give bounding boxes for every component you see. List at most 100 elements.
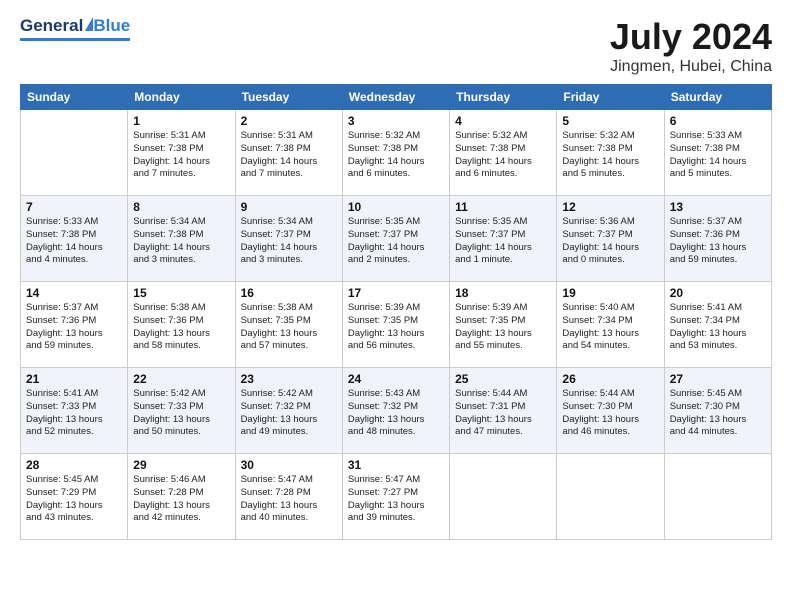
calendar-cell: 11 Sunrise: 5:35 AM Sunset: 7:37 PM Dayli…: [450, 196, 557, 282]
day-number: 8: [133, 200, 229, 214]
day-info: Sunrise: 5:41 AM Sunset: 7:33 PM Dayligh…: [26, 388, 122, 439]
calendar-cell: 23 Sunrise: 5:42 AM Sunset: 7:32 PM Dayli…: [235, 368, 342, 454]
day-number: 21: [26, 372, 122, 386]
day-info: Sunrise: 5:47 AM Sunset: 7:28 PM Dayligh…: [241, 474, 337, 525]
day-info: Sunrise: 5:45 AM Sunset: 7:29 PM Dayligh…: [26, 474, 122, 525]
day-number: 24: [348, 372, 444, 386]
day-number: 12: [562, 200, 658, 214]
logo-arrow-icon: [85, 17, 93, 31]
subtitle: Jingmen, Hubei, China: [610, 58, 772, 76]
day-number: 3: [348, 114, 444, 128]
logo: General Blue: [20, 16, 130, 41]
day-info: Sunrise: 5:42 AM Sunset: 7:32 PM Dayligh…: [241, 388, 337, 439]
day-number: 27: [670, 372, 766, 386]
day-number: 18: [455, 286, 551, 300]
day-info: Sunrise: 5:32 AM Sunset: 7:38 PM Dayligh…: [455, 130, 551, 181]
day-info: Sunrise: 5:47 AM Sunset: 7:27 PM Dayligh…: [348, 474, 444, 525]
day-info: Sunrise: 5:34 AM Sunset: 7:38 PM Dayligh…: [133, 216, 229, 267]
day-header-thursday: Thursday: [450, 85, 557, 110]
calendar-cell: 15 Sunrise: 5:38 AM Sunset: 7:36 PM Dayli…: [128, 282, 235, 368]
calendar-cell: 24 Sunrise: 5:43 AM Sunset: 7:32 PM Dayli…: [342, 368, 449, 454]
calendar-cell: 19Sunrise: 5:40 AM Sunset: 7:34 PM Dayli…: [557, 282, 664, 368]
day-number: 23: [241, 372, 337, 386]
day-header-sunday: Sunday: [21, 85, 128, 110]
day-number: 4: [455, 114, 551, 128]
calendar-cell: 12 Sunrise: 5:36 AM Sunset: 7:37 PM Dayli…: [557, 196, 664, 282]
calendar-cell: [664, 454, 771, 540]
calendar-cell: 13 Sunrise: 5:37 AM Sunset: 7:36 PM Dayli…: [664, 196, 771, 282]
calendar-cell: 5Sunrise: 5:32 AM Sunset: 7:38 PM Daylig…: [557, 110, 664, 196]
day-number: 29: [133, 458, 229, 472]
day-info: Sunrise: 5:33 AM Sunset: 7:38 PM Dayligh…: [26, 216, 122, 267]
calendar-cell: 7 Sunrise: 5:33 AM Sunset: 7:38 PM Daylig…: [21, 196, 128, 282]
day-header-saturday: Saturday: [664, 85, 771, 110]
day-info: Sunrise: 5:39 AM Sunset: 7:35 PM Dayligh…: [455, 302, 551, 353]
day-info: Sunrise: 5:35 AM Sunset: 7:37 PM Dayligh…: [348, 216, 444, 267]
day-number: 25: [455, 372, 551, 386]
day-number: 14: [26, 286, 122, 300]
calendar-week-5: 28Sunrise: 5:45 AM Sunset: 7:29 PM Dayli…: [21, 454, 772, 540]
calendar-cell: 30Sunrise: 5:47 AM Sunset: 7:28 PM Dayli…: [235, 454, 342, 540]
day-info: Sunrise: 5:36 AM Sunset: 7:37 PM Dayligh…: [562, 216, 658, 267]
day-number: 19: [562, 286, 658, 300]
day-info: Sunrise: 5:33 AM Sunset: 7:38 PM Dayligh…: [670, 130, 766, 181]
calendar-cell: 2 Sunrise: 5:31 AM Sunset: 7:38 PM Daylig…: [235, 110, 342, 196]
calendar-cell: 3Sunrise: 5:32 AM Sunset: 7:38 PM Daylig…: [342, 110, 449, 196]
calendar-cell: 25 Sunrise: 5:44 AM Sunset: 7:31 PM Dayli…: [450, 368, 557, 454]
calendar-cell: 16Sunrise: 5:38 AM Sunset: 7:35 PM Dayli…: [235, 282, 342, 368]
calendar-header-row: SundayMondayTuesdayWednesdayThursdayFrid…: [21, 85, 772, 110]
day-header-tuesday: Tuesday: [235, 85, 342, 110]
day-header-wednesday: Wednesday: [342, 85, 449, 110]
day-info: Sunrise: 5:38 AM Sunset: 7:35 PM Dayligh…: [241, 302, 337, 353]
logo-underline: [20, 38, 130, 41]
day-number: 7: [26, 200, 122, 214]
day-number: 13: [670, 200, 766, 214]
calendar-cell: 31 Sunrise: 5:47 AM Sunset: 7:27 PM Dayli…: [342, 454, 449, 540]
day-number: 1: [133, 114, 229, 128]
day-info: Sunrise: 5:34 AM Sunset: 7:37 PM Dayligh…: [241, 216, 337, 267]
day-info: Sunrise: 5:44 AM Sunset: 7:30 PM Dayligh…: [562, 388, 658, 439]
calendar-week-2: 7 Sunrise: 5:33 AM Sunset: 7:38 PM Daylig…: [21, 196, 772, 282]
day-info: Sunrise: 5:39 AM Sunset: 7:35 PM Dayligh…: [348, 302, 444, 353]
calendar-cell: 28Sunrise: 5:45 AM Sunset: 7:29 PM Dayli…: [21, 454, 128, 540]
calendar-week-4: 21 Sunrise: 5:41 AM Sunset: 7:33 PM Dayli…: [21, 368, 772, 454]
day-number: 26: [562, 372, 658, 386]
day-info: Sunrise: 5:37 AM Sunset: 7:36 PM Dayligh…: [26, 302, 122, 353]
calendar-cell: [557, 454, 664, 540]
day-info: Sunrise: 5:32 AM Sunset: 7:38 PM Dayligh…: [562, 130, 658, 181]
logo-blue-text: Blue: [93, 16, 130, 36]
day-info: Sunrise: 5:31 AM Sunset: 7:38 PM Dayligh…: [241, 130, 337, 181]
calendar-cell: 27Sunrise: 5:45 AM Sunset: 7:30 PM Dayli…: [664, 368, 771, 454]
calendar-cell: 26 Sunrise: 5:44 AM Sunset: 7:30 PM Dayli…: [557, 368, 664, 454]
calendar-cell: 29 Sunrise: 5:46 AM Sunset: 7:28 PM Dayli…: [128, 454, 235, 540]
day-info: Sunrise: 5:43 AM Sunset: 7:32 PM Dayligh…: [348, 388, 444, 439]
day-number: 9: [241, 200, 337, 214]
day-info: Sunrise: 5:46 AM Sunset: 7:28 PM Dayligh…: [133, 474, 229, 525]
calendar-cell: [450, 454, 557, 540]
day-number: 15: [133, 286, 229, 300]
day-info: Sunrise: 5:44 AM Sunset: 7:31 PM Dayligh…: [455, 388, 551, 439]
calendar-cell: 1Sunrise: 5:31 AM Sunset: 7:38 PM Daylig…: [128, 110, 235, 196]
calendar-week-1: 1 Sunrise: 5:31 AM Sunset: 7:38 PM Daylig…: [21, 110, 772, 196]
calendar-cell: 6Sunrise: 5:33 AM Sunset: 7:38 PM Daylig…: [664, 110, 771, 196]
calendar-cell: 20Sunrise: 5:41 AM Sunset: 7:34 PM Dayli…: [664, 282, 771, 368]
main-title: July 2024: [610, 16, 772, 58]
day-info: Sunrise: 5:42 AM Sunset: 7:33 PM Dayligh…: [133, 388, 229, 439]
page: General Blue July 2024 Jingmen, Hubei, C…: [0, 0, 792, 612]
title-area: July 2024 Jingmen, Hubei, China: [610, 16, 772, 76]
day-info: Sunrise: 5:38 AM Sunset: 7:36 PM Dayligh…: [133, 302, 229, 353]
day-header-monday: Monday: [128, 85, 235, 110]
day-number: 22: [133, 372, 229, 386]
day-info: Sunrise: 5:41 AM Sunset: 7:34 PM Dayligh…: [670, 302, 766, 353]
calendar-week-3: 14 Sunrise: 5:37 AM Sunset: 7:36 PM Dayli…: [21, 282, 772, 368]
day-number: 31: [348, 458, 444, 472]
calendar-cell: [21, 110, 128, 196]
calendar-cell: 10 Sunrise: 5:35 AM Sunset: 7:37 PM Dayli…: [342, 196, 449, 282]
calendar-cell: 17Sunrise: 5:39 AM Sunset: 7:35 PM Dayli…: [342, 282, 449, 368]
calendar-cell: 8 Sunrise: 5:34 AM Sunset: 7:38 PM Daylig…: [128, 196, 235, 282]
day-number: 2: [241, 114, 337, 128]
day-number: 11: [455, 200, 551, 214]
day-info: Sunrise: 5:37 AM Sunset: 7:36 PM Dayligh…: [670, 216, 766, 267]
day-number: 10: [348, 200, 444, 214]
day-info: Sunrise: 5:35 AM Sunset: 7:37 PM Dayligh…: [455, 216, 551, 267]
